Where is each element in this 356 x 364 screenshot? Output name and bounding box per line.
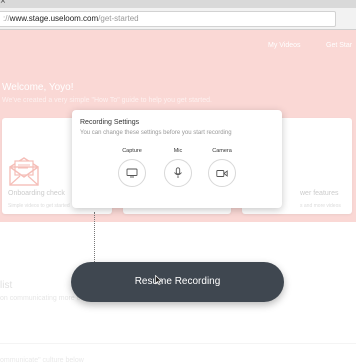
- url-host: www.stage.useloom.com: [9, 14, 99, 23]
- dotted-connector: [94, 212, 95, 264]
- microphone-icon: [174, 167, 182, 178]
- camera-button[interactable]: [208, 159, 236, 187]
- capture-label: Capture: [122, 148, 142, 154]
- mouse-cursor-icon: [155, 275, 162, 285]
- url-scheme: ://: [3, 14, 10, 23]
- browser-tab-strip: ×: [0, 0, 356, 8]
- resume-recording-button[interactable]: Resume Recording: [71, 262, 284, 302]
- tab-close-icon[interactable]: ×: [0, 0, 6, 7]
- video-camera-icon: [216, 169, 228, 177]
- screen-icon: [126, 168, 138, 178]
- popup-title: Recording Settings: [80, 119, 140, 126]
- capture-button[interactable]: [118, 159, 146, 187]
- address-bar[interactable]: ://www.stage.useloom.com/get-started: [0, 11, 336, 27]
- mic-button[interactable]: [164, 159, 192, 187]
- popup-subtitle: You can change these settings before you…: [80, 130, 232, 136]
- mic-label: Mic: [173, 148, 183, 154]
- resume-recording-label: Resume Recording: [134, 276, 221, 287]
- recording-settings-popup: Recording Settings You can change these …: [72, 110, 282, 208]
- camera-label: Camera: [212, 148, 232, 154]
- browser-toolbar: ://www.stage.useloom.com/get-started: [0, 8, 356, 30]
- url-path: /get-started: [98, 14, 139, 23]
